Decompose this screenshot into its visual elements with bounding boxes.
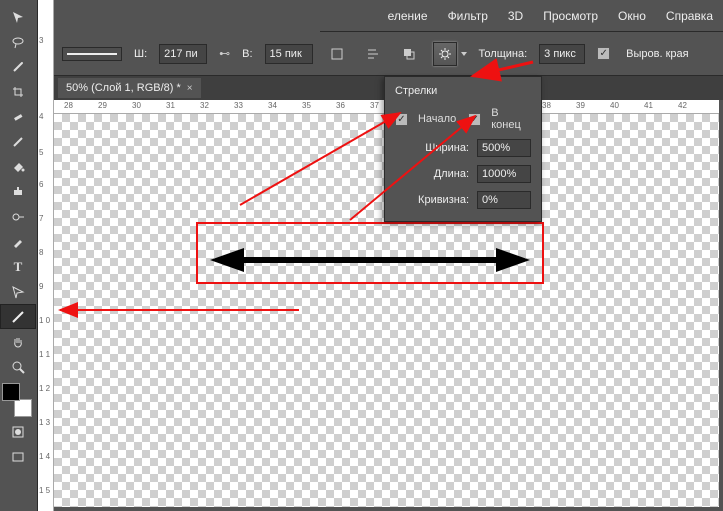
height-label: В: bbox=[242, 48, 252, 60]
thickness-input[interactable] bbox=[539, 44, 585, 64]
menubar: еление Фильтр 3D Просмотр Окно Справка bbox=[320, 0, 723, 32]
flyout-curve-input[interactable] bbox=[477, 191, 531, 209]
annotation-box bbox=[196, 222, 544, 284]
flyout-length-label: Длина: bbox=[395, 168, 469, 180]
tool-screenmode[interactable] bbox=[0, 444, 36, 469]
close-icon[interactable]: × bbox=[187, 83, 193, 94]
width-label: Ш: bbox=[134, 48, 147, 60]
tool-dodge[interactable] bbox=[0, 204, 36, 229]
background-swatch[interactable] bbox=[14, 399, 32, 417]
tool-line[interactable] bbox=[0, 304, 36, 329]
menu-item[interactable]: Справка bbox=[656, 5, 723, 27]
pathop-icon[interactable] bbox=[325, 42, 349, 66]
tool-path[interactable] bbox=[0, 279, 36, 304]
gear-icon[interactable] bbox=[433, 42, 457, 66]
tab-title: 50% (Слой 1, RGB/8) * bbox=[66, 82, 181, 94]
tool-brush[interactable] bbox=[0, 129, 36, 154]
document-tab[interactable]: 50% (Слой 1, RGB/8) * × bbox=[58, 78, 201, 98]
tool-heal[interactable] bbox=[0, 104, 36, 129]
foreground-swatch[interactable] bbox=[2, 383, 20, 401]
tool-quickmask[interactable] bbox=[0, 419, 36, 444]
tool-clone[interactable] bbox=[0, 179, 36, 204]
align-edge-checkbox[interactable]: ✓ bbox=[597, 47, 610, 60]
flyout-length-input[interactable] bbox=[477, 165, 531, 183]
link-icon[interactable]: ⊷ bbox=[219, 47, 230, 60]
flyout-width-label: Ширина: bbox=[395, 142, 469, 154]
tool-move[interactable] bbox=[0, 4, 36, 29]
width-input[interactable] bbox=[159, 44, 207, 64]
menu-item[interactable]: Просмотр bbox=[533, 5, 608, 27]
start-checkbox[interactable]: ✓ bbox=[395, 113, 408, 126]
menu-item[interactable]: еление bbox=[378, 5, 438, 27]
tool-wand[interactable] bbox=[0, 54, 36, 79]
height-input[interactable] bbox=[265, 44, 313, 64]
options-bar: Ш: ⊷ В: Толщина: ✓ Выров. края bbox=[54, 32, 723, 76]
thickness-label: Толщина: bbox=[479, 48, 528, 60]
stroke-preview[interactable] bbox=[62, 47, 122, 61]
gear-dropdown-icon[interactable] bbox=[461, 47, 467, 61]
start-label: Начало bbox=[418, 113, 456, 125]
end-checkbox[interactable]: ✓ bbox=[468, 113, 481, 126]
tool-zoom[interactable] bbox=[0, 354, 36, 379]
flyout-title: Стрелки bbox=[385, 83, 541, 103]
ruler-vertical: 3 4 5 6 7 8 9 1 0 1 1 1 2 1 3 1 4 1 5 bbox=[38, 0, 54, 511]
align-edge-label: Выров. края bbox=[626, 48, 688, 60]
tool-hand[interactable] bbox=[0, 329, 36, 354]
tool-crop[interactable] bbox=[0, 79, 36, 104]
tool-eyedropper[interactable] bbox=[0, 229, 36, 254]
flyout-width-input[interactable] bbox=[477, 139, 531, 157]
tool-bucket[interactable] bbox=[0, 154, 36, 179]
arrow-settings-flyout: Стрелки ✓ Начало ✓ В конец Ширина: Длина… bbox=[384, 76, 542, 222]
flyout-curve-label: Кривизна: bbox=[395, 194, 469, 206]
color-swatch[interactable] bbox=[0, 383, 36, 419]
tool-lasso[interactable] bbox=[0, 29, 36, 54]
menu-item[interactable]: Фильтр bbox=[438, 5, 498, 27]
tool-type[interactable]: T bbox=[0, 254, 36, 279]
align-icon[interactable] bbox=[361, 42, 385, 66]
arrange-icon[interactable] bbox=[397, 42, 421, 66]
menu-item[interactable]: 3D bbox=[498, 5, 533, 27]
toolbox: T bbox=[0, 0, 38, 511]
menu-item[interactable]: Окно bbox=[608, 5, 656, 27]
end-label: В конец bbox=[491, 107, 531, 131]
